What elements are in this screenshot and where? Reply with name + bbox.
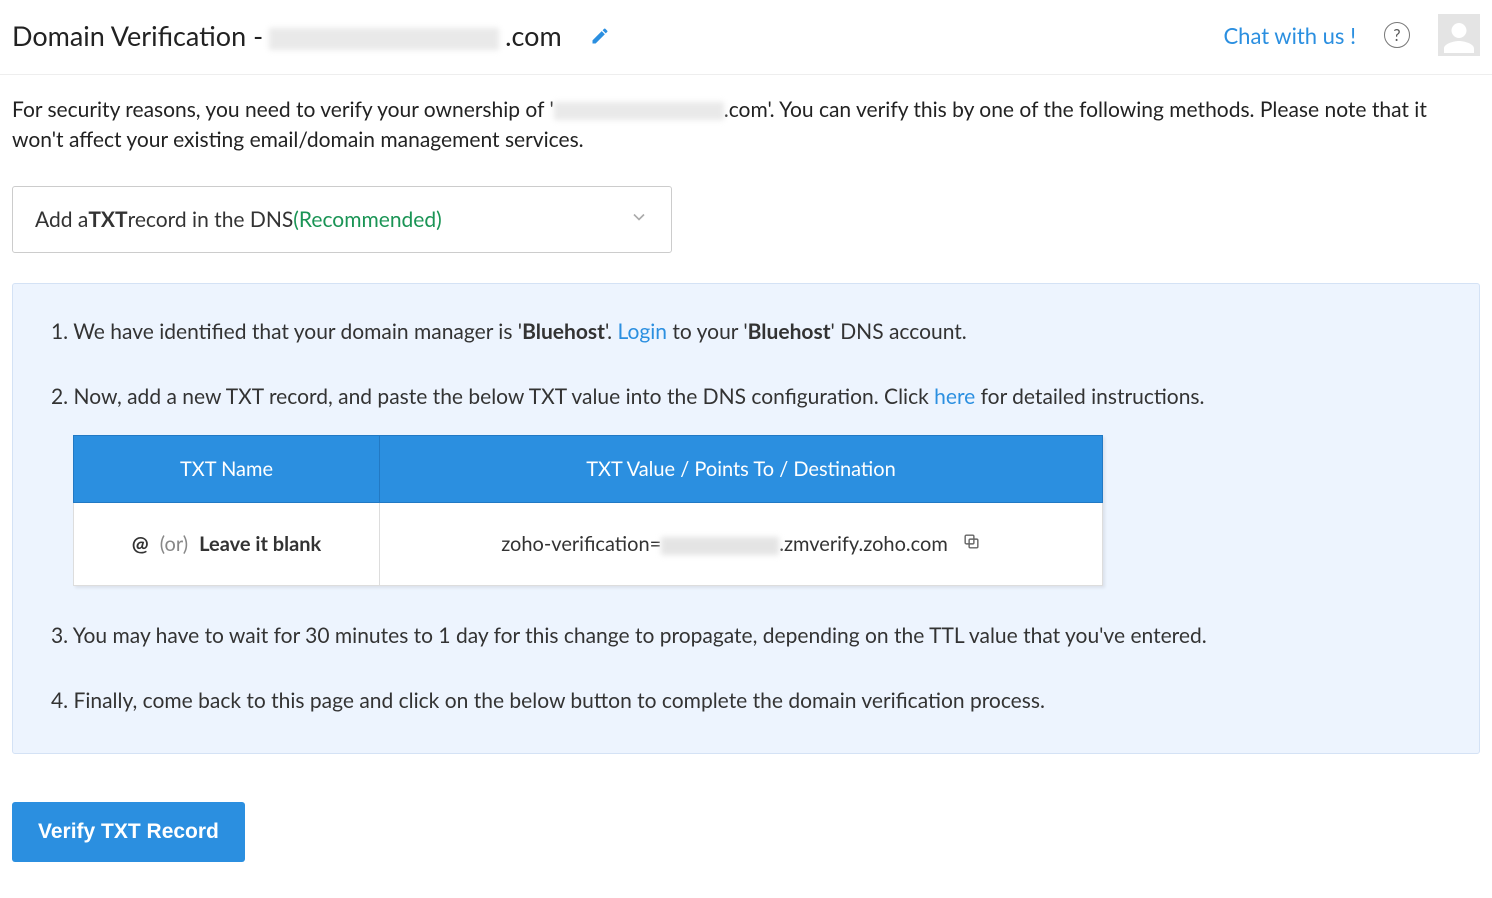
here-link[interactable]: here xyxy=(934,384,975,409)
intro-domain-redacted xyxy=(554,102,724,120)
content: For security reasons, you need to verify… xyxy=(0,75,1492,892)
domain-suffix: .com xyxy=(505,19,562,52)
step-4: 4. Finally, come back to this page and c… xyxy=(51,685,1441,717)
table-row: @ (or) Leave it blank zoho-verification=… xyxy=(74,502,1103,585)
txt-record-table: TXT Name TXT Value / Points To / Destina… xyxy=(73,435,1103,586)
edit-icon[interactable] xyxy=(590,19,610,52)
verify-txt-button[interactable]: Verify TXT Record xyxy=(12,802,245,862)
intro-text: For security reasons, you need to verify… xyxy=(12,95,1480,156)
login-link[interactable]: Login xyxy=(617,319,667,344)
title-prefix: Domain Verification - xyxy=(12,19,263,52)
copy-icon[interactable] xyxy=(962,529,981,559)
chat-link[interactable]: Chat with us ! xyxy=(1223,22,1356,49)
avatar[interactable] xyxy=(1438,14,1480,56)
td-txt-value: zoho-verification=.zmverify.zoho.com xyxy=(380,502,1103,585)
help-icon[interactable]: ? xyxy=(1384,22,1410,48)
step-1: 1. We have identified that your domain m… xyxy=(51,316,1441,348)
domain-redacted xyxy=(269,28,499,50)
step-3: 3. You may have to wait for 30 minutes t… xyxy=(51,620,1441,652)
step-2: 2. Now, add a new TXT record, and paste … xyxy=(51,381,1441,586)
txt-code-redacted xyxy=(661,537,779,555)
chevron-down-icon xyxy=(629,207,649,232)
page-title: Domain Verification - .com xyxy=(12,19,610,52)
instructions-panel: 1. We have identified that your domain m… xyxy=(12,283,1480,754)
th-txt-name: TXT Name xyxy=(74,435,380,502)
page-header: Domain Verification - .com Chat with us … xyxy=(0,0,1492,75)
th-txt-value: TXT Value / Points To / Destination xyxy=(380,435,1103,502)
verification-method-select[interactable]: Add a TXT record in the DNS (Recommended… xyxy=(12,186,672,253)
recommended-label: (Recommended) xyxy=(293,207,441,232)
td-txt-name: @ (or) Leave it blank xyxy=(74,502,380,585)
